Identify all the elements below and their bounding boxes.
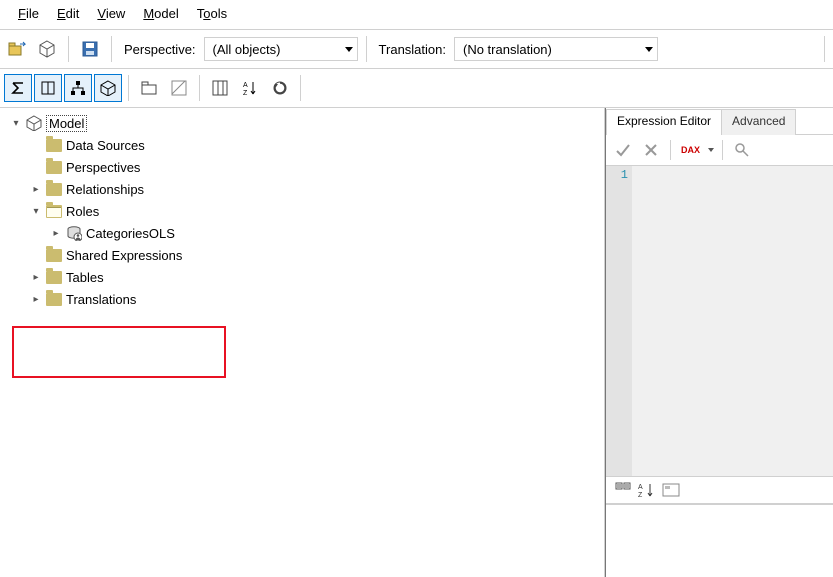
chevron-down-icon bbox=[645, 47, 653, 52]
tree-node-relationships[interactable]: ▸ Relationships bbox=[28, 178, 604, 200]
columns-icon[interactable] bbox=[34, 74, 62, 102]
folder-icon bbox=[46, 249, 62, 262]
open-icon[interactable] bbox=[4, 36, 30, 62]
toolbar-separator bbox=[300, 75, 301, 101]
menu-tools[interactable]: Tools bbox=[197, 6, 227, 21]
toolbar-separator bbox=[199, 75, 200, 101]
toolbar-separator bbox=[722, 140, 723, 160]
tree-label: Shared Expressions bbox=[66, 248, 182, 263]
perspective-value: (All objects) bbox=[213, 42, 281, 57]
folder-icon bbox=[46, 161, 62, 174]
folder-view-icon[interactable] bbox=[135, 74, 163, 102]
expander-open-icon[interactable]: ▾ bbox=[30, 206, 42, 217]
gutter-line-number: 1 bbox=[606, 168, 628, 182]
tree-node-roles[interactable]: ▾ Roles bbox=[28, 200, 604, 222]
toolbar-separator bbox=[670, 140, 671, 160]
measure-view-icon[interactable] bbox=[165, 74, 193, 102]
refresh-icon[interactable] bbox=[266, 74, 294, 102]
expander-closed-icon[interactable]: ▸ bbox=[30, 184, 42, 195]
tree-label: Data Sources bbox=[66, 138, 145, 153]
folder-icon bbox=[46, 271, 62, 284]
tree-node-shared-expressions[interactable]: Shared Expressions bbox=[28, 244, 604, 266]
tree-label: Perspectives bbox=[66, 160, 140, 175]
right-tabs: Expression Editor Advanced bbox=[606, 108, 833, 135]
expander-open-icon[interactable]: ▾ bbox=[10, 118, 22, 129]
model-cube-icon bbox=[26, 115, 42, 131]
right-panel: Expression Editor Advanced DAX 1 bbox=[605, 108, 833, 577]
tree-label: Model bbox=[46, 115, 87, 132]
properties-area bbox=[606, 504, 833, 577]
tree-node-data-sources[interactable]: Data Sources bbox=[28, 134, 604, 156]
folder-open-icon bbox=[46, 205, 62, 218]
tree-node-tables[interactable]: ▸ Tables bbox=[28, 266, 604, 288]
expression-toolbar: DAX bbox=[606, 135, 833, 166]
folder-icon bbox=[46, 183, 62, 196]
expander-closed-icon[interactable]: ▸ bbox=[30, 272, 42, 283]
menu-file[interactable]: File bbox=[18, 6, 39, 21]
editor-gutter: 1 bbox=[606, 166, 632, 476]
tree-node-perspectives[interactable]: Perspectives bbox=[28, 156, 604, 178]
tree-node-categories-ols[interactable]: ▸ CategoriesOLS bbox=[48, 222, 604, 244]
grid-icon[interactable] bbox=[206, 74, 234, 102]
toolbar-separator bbox=[111, 36, 112, 62]
menu-edit[interactable]: Edit bbox=[57, 6, 79, 21]
alphabetical-icon[interactable]: AZ bbox=[638, 479, 656, 501]
tree-label: Tables bbox=[66, 270, 104, 285]
tab-advanced[interactable]: Advanced bbox=[721, 109, 796, 135]
expander-closed-icon[interactable]: ▸ bbox=[30, 294, 42, 305]
toolbar-separator bbox=[68, 36, 69, 62]
perspective-combo[interactable]: (All objects) bbox=[204, 37, 358, 61]
folder-icon bbox=[46, 293, 62, 306]
search-icon[interactable] bbox=[731, 139, 753, 161]
toolbar-separator bbox=[824, 36, 825, 62]
main-toolbar: Perspective: (All objects) Translation: … bbox=[0, 29, 833, 69]
tab-expression-editor[interactable]: Expression Editor bbox=[606, 109, 722, 135]
expander-closed-icon[interactable]: ▸ bbox=[50, 228, 62, 239]
property-pages-icon[interactable] bbox=[660, 479, 682, 501]
tree-label: Translations bbox=[66, 292, 136, 307]
chevron-down-icon[interactable] bbox=[708, 148, 714, 152]
sigma-icon[interactable] bbox=[4, 74, 32, 102]
view-toolbar: AZ bbox=[0, 69, 833, 108]
svg-text:Z: Z bbox=[243, 90, 248, 96]
tree-label: Roles bbox=[66, 204, 99, 219]
tree-panel: ▾ Model Data Sources Perspec bbox=[0, 108, 605, 577]
save-icon[interactable] bbox=[77, 36, 103, 62]
menu-view[interactable]: View bbox=[97, 6, 125, 21]
chevron-down-icon bbox=[345, 47, 353, 52]
menu-bar: File Edit View Model Tools bbox=[0, 0, 833, 29]
hierarchy-icon[interactable] bbox=[64, 74, 92, 102]
categorized-icon[interactable] bbox=[612, 479, 634, 501]
cube-icon[interactable] bbox=[94, 74, 122, 102]
svg-text:Z: Z bbox=[638, 492, 643, 498]
accept-icon[interactable] bbox=[612, 139, 634, 161]
sort-alpha-icon[interactable]: AZ bbox=[236, 74, 264, 102]
tree-node-model[interactable]: ▾ Model bbox=[8, 112, 604, 134]
folder-icon bbox=[46, 139, 62, 152]
translation-value: (No translation) bbox=[463, 42, 552, 57]
expression-editor-area[interactable]: 1 bbox=[606, 166, 833, 477]
toolbar-separator bbox=[128, 75, 129, 101]
cancel-icon[interactable] bbox=[640, 139, 662, 161]
svg-text:A: A bbox=[243, 82, 248, 89]
dax-label: DAX bbox=[681, 146, 700, 154]
highlight-box bbox=[12, 326, 226, 378]
dax-formatter-icon[interactable]: DAX bbox=[679, 139, 702, 161]
tree-node-translations[interactable]: ▸ Translations bbox=[28, 288, 604, 310]
menu-model[interactable]: Model bbox=[143, 6, 178, 21]
deploy-icon[interactable] bbox=[34, 36, 60, 62]
svg-text:A: A bbox=[638, 484, 643, 491]
tree-label: Relationships bbox=[66, 182, 144, 197]
perspective-label: Perspective: bbox=[124, 42, 196, 57]
translation-label: Translation: bbox=[379, 42, 446, 57]
role-icon bbox=[66, 225, 82, 241]
tree-label: CategoriesOLS bbox=[86, 226, 175, 241]
editor-body[interactable] bbox=[632, 166, 833, 476]
toolbar-separator bbox=[366, 36, 367, 62]
workspace: ▾ Model Data Sources Perspec bbox=[0, 108, 833, 577]
translation-combo[interactable]: (No translation) bbox=[454, 37, 658, 61]
properties-toolbar: AZ bbox=[606, 477, 833, 504]
